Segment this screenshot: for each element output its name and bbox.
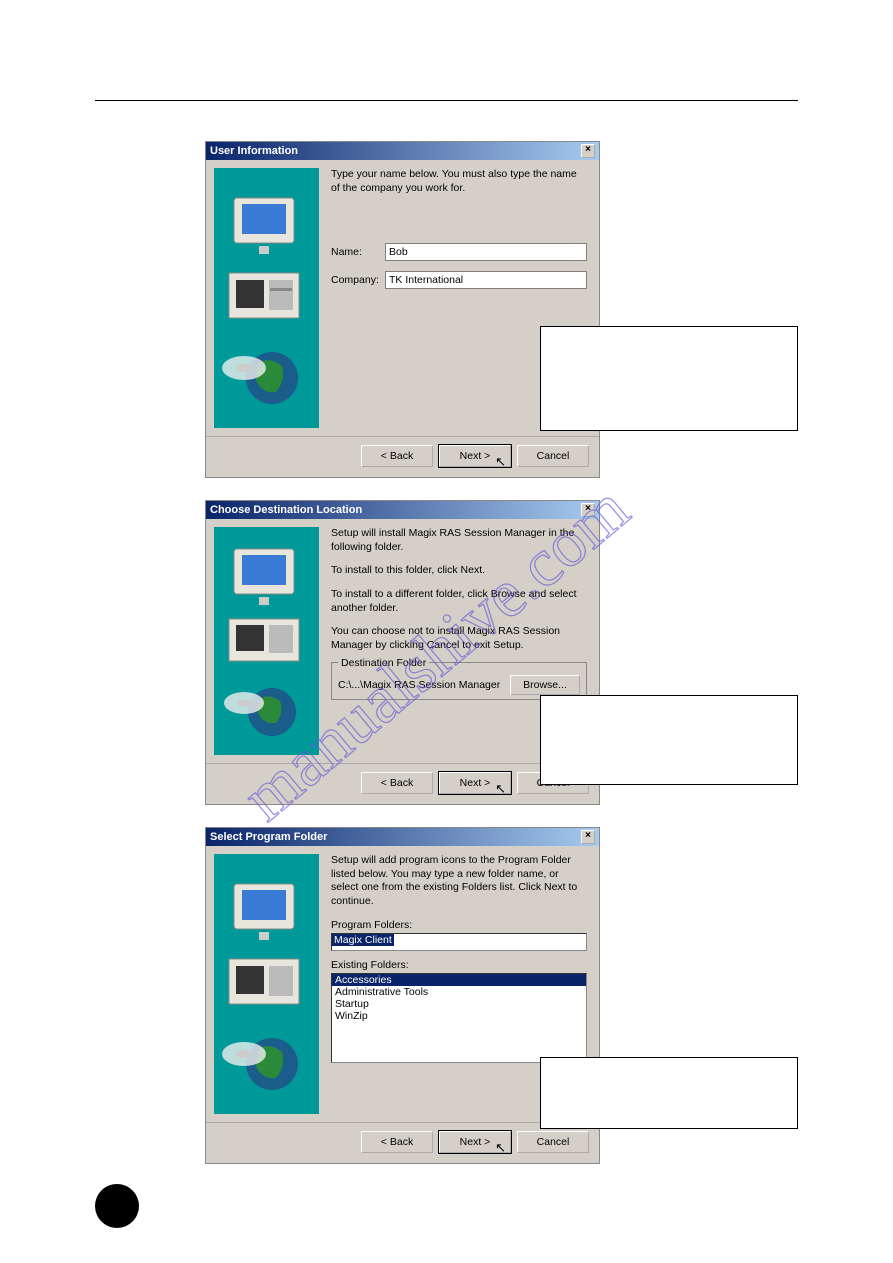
next-button[interactable]: Next > ↖ <box>439 445 511 467</box>
header-rule <box>95 100 798 101</box>
text-line-4: You can choose not to install Magix RAS … <box>331 625 587 652</box>
titlebar: Select Program Folder × <box>206 828 599 846</box>
browse-button[interactable]: Browse... <box>510 675 580 695</box>
name-label: Name: <box>331 246 385 258</box>
company-row: Company: <box>331 271 587 289</box>
company-input[interactable] <box>385 271 587 289</box>
close-icon[interactable]: × <box>581 503 595 517</box>
document-page: Chapter 2 Installing the RAS Session Man… <box>0 0 893 1263</box>
cancel-button[interactable]: Cancel <box>517 445 589 467</box>
text-line-3: To install to a different folder, click … <box>331 588 587 615</box>
dialog-program-folder-wrap: Select Program Folder × <box>205 827 798 1164</box>
annotation-step-7: 7. Enter your name and company (or magix… <box>540 326 798 431</box>
annotation-text: 8. Choose a destination location, or cli… <box>553 707 776 734</box>
text-line-1: Setup will install Magix RAS Session Man… <box>331 527 587 554</box>
titlebar: User Information × <box>206 142 599 160</box>
page-number-circle: 18 <box>95 1184 139 1228</box>
annotation-text: 7. Enter your name and company (or magix… <box>553 338 765 365</box>
chapter-label: Chapter 2 <box>100 35 153 49</box>
group-legend: Destination Folder <box>338 657 429 669</box>
dialog-user-information-wrap: User Information × <box>205 141 798 478</box>
back-button[interactable]: < Back <box>361 772 433 794</box>
list-item[interactable]: WinZip <box>332 1010 586 1022</box>
button-row: < Back Next > ↖ Cancel <box>206 436 599 477</box>
installer-graphic <box>214 527 319 755</box>
annotation-step-9: 9. Select a program folder, or click Nex… <box>540 1057 798 1129</box>
existing-folders-label: Existing Folders: <box>331 959 587 971</box>
dialog-destination-wrap: Choose Destination Location × <box>205 500 798 805</box>
list-item[interactable]: Accessories <box>332 974 586 986</box>
program-folders-label: Program Folders: <box>331 919 587 931</box>
page-number: 18 <box>109 1198 125 1214</box>
installer-graphic <box>214 168 319 428</box>
back-button[interactable]: < Back <box>361 1131 433 1153</box>
company-label: Company: <box>331 274 385 286</box>
section-label: Installing the RAS Session Manager <box>601 35 793 49</box>
instruction-text: Setup will add program icons to the Prog… <box>331 854 587 909</box>
annotation-text: 9. Select a program folder, or click Nex… <box>553 1069 757 1096</box>
titlebar-text: Choose Destination Location <box>210 504 362 516</box>
list-item[interactable]: Administrative Tools <box>332 986 586 998</box>
cursor-icon: ↖ <box>495 781 506 797</box>
next-button-label: Next > <box>460 777 491 789</box>
list-item[interactable]: Startup <box>332 998 586 1010</box>
instruction-text: Type your name below. You must also type… <box>331 168 587 195</box>
next-button-label: Next > <box>460 450 491 462</box>
destination-path: C:\...\Magix RAS Session Manager <box>338 679 500 691</box>
existing-folders-list[interactable]: Accessories Administrative Tools Startup… <box>331 973 587 1063</box>
program-folder-value: Magix Client <box>332 934 394 946</box>
back-button[interactable]: < Back <box>361 445 433 467</box>
close-icon[interactable]: × <box>581 830 595 844</box>
titlebar-text: User Information <box>210 145 298 157</box>
titlebar: Choose Destination Location × <box>206 501 599 519</box>
next-button-label: Next > <box>460 1136 491 1148</box>
cursor-icon: ↖ <box>495 454 506 470</box>
installer-graphic <box>214 854 319 1114</box>
text-line-2: To install to this folder, click Next. <box>331 564 587 578</box>
annotation-step-8: 8. Choose a destination location, or cli… <box>540 695 798 785</box>
cancel-button[interactable]: Cancel <box>517 1131 589 1153</box>
close-icon[interactable]: × <box>581 144 595 158</box>
name-row: Name: <box>331 243 587 261</box>
program-folder-input[interactable]: Magix Client <box>331 933 587 951</box>
next-button[interactable]: Next > ↖ <box>439 1131 511 1153</box>
cursor-icon: ↖ <box>495 1140 506 1156</box>
titlebar-text: Select Program Folder <box>210 831 327 843</box>
name-input[interactable] <box>385 243 587 261</box>
next-button[interactable]: Next > ↖ <box>439 772 511 794</box>
